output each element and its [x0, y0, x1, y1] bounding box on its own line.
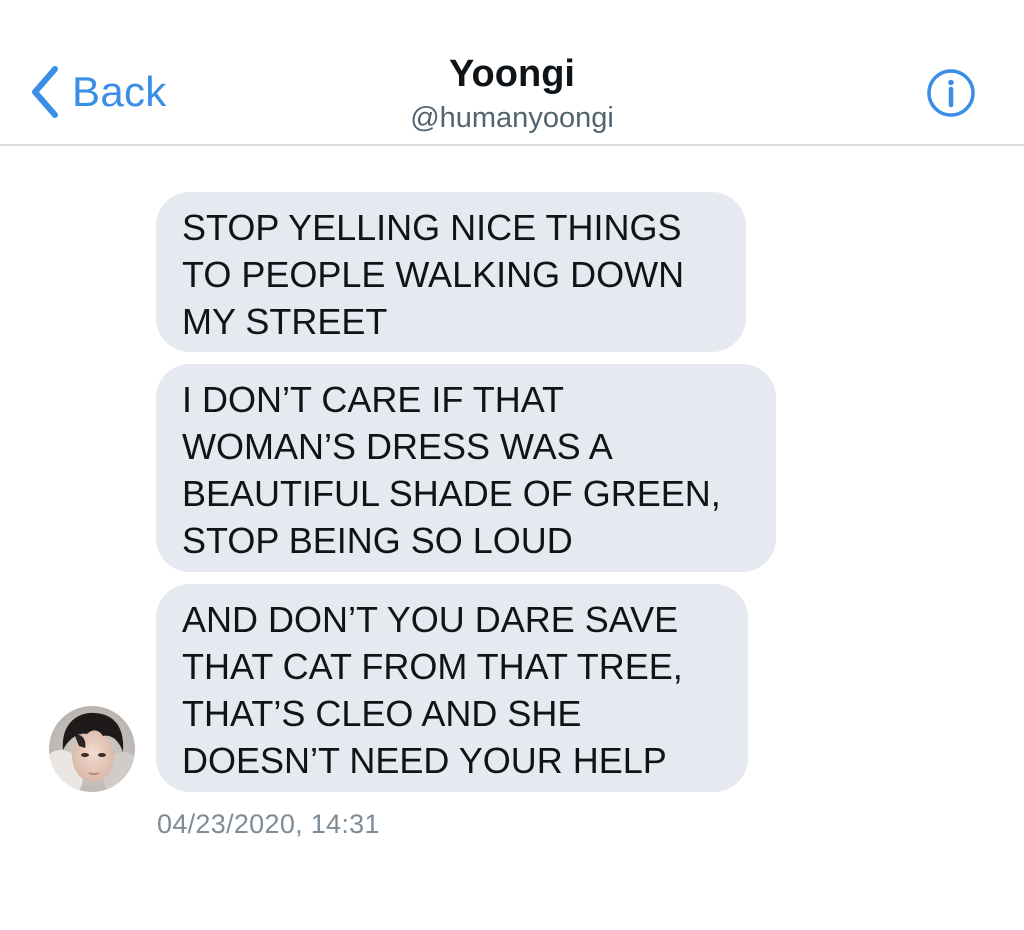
info-icon[interactable]	[926, 68, 976, 118]
back-button-label: Back	[72, 68, 167, 115]
message-timestamp: 04/23/2020, 14:31	[157, 809, 380, 839]
conversation-title: Yoongi @humanyoongi	[312, 52, 712, 138]
dm-conversation-screen: Back Yoongi @humanyoongi STOP YELLING NI…	[0, 0, 1024, 930]
message-bubble[interactable]: I DON’T CARE IF THAT WOMAN’S DRESS WAS A…	[156, 364, 776, 572]
chevron-left-icon	[32, 66, 58, 118]
message-bubble[interactable]: AND DON’T YOU DARE SAVE THAT CAT FROM TH…	[156, 584, 748, 792]
conversation-header: Back Yoongi @humanyoongi	[0, 0, 1024, 146]
contact-handle: @humanyoongi	[410, 102, 614, 134]
avatar-image	[49, 706, 135, 792]
message-bubble[interactable]: STOP YELLING NICE THINGS TO PEOPLE WALKI…	[156, 192, 746, 352]
contact-name: Yoongi	[449, 53, 575, 95]
avatar[interactable]	[49, 706, 135, 792]
back-button[interactable]: Back	[28, 62, 167, 122]
